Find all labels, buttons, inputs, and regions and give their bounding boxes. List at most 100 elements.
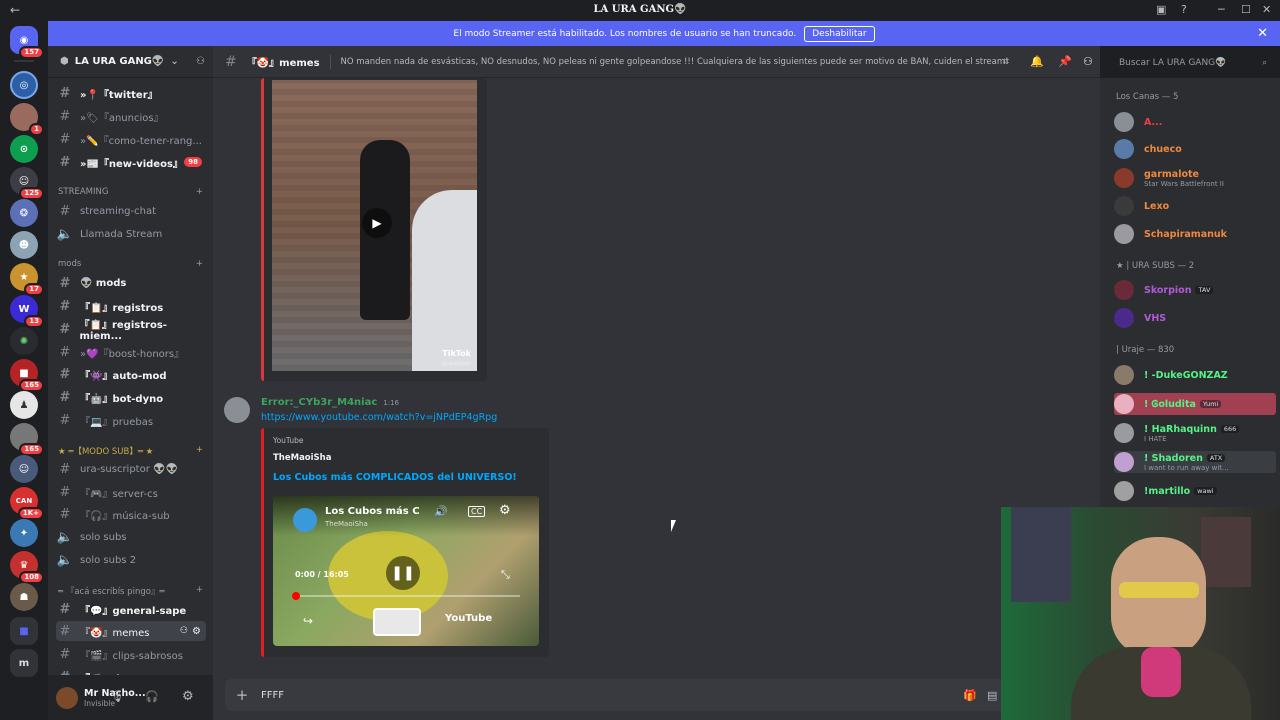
server-icon[interactable]: ★ 17 xyxy=(10,263,44,296)
voice-channel-llamada-stream[interactable]: 🔈 Llamada Stream xyxy=(56,224,206,244)
channel-registros-miembros[interactable]: # 『📋』registros-miem... xyxy=(56,319,206,342)
youtube-logo[interactable]: YouTube xyxy=(445,613,492,624)
channel-pruebas[interactable]: # 『💻』pruebas xyxy=(56,410,206,430)
settings-icon[interactable]: ⚙ xyxy=(182,689,194,704)
member-item[interactable]: !martillo wawi xyxy=(1114,480,1276,502)
member-item[interactable]: chueco xyxy=(1114,138,1276,160)
server-icon[interactable]: 1 xyxy=(10,103,44,136)
server-icon[interactable]: ■ 165 xyxy=(10,359,44,392)
pin-icon[interactable]: 📌 xyxy=(1058,55,1072,68)
voice-channel-solo-subs-2[interactable]: 🔈 solo subs 2 xyxy=(56,550,206,570)
server-header[interactable]: ⬢ LA URA GANG👽 ⌄ ⚇ xyxy=(48,46,213,78)
close-window-icon[interactable]: ✕ xyxy=(1262,3,1271,16)
progress-bar[interactable] xyxy=(292,592,520,600)
folder-icon[interactable]: ■ xyxy=(10,617,38,645)
channel-streaming-chat[interactable]: # streaming-chat xyxy=(56,201,206,221)
member-item[interactable]: garmalote Star Wars Battlefront II xyxy=(1114,167,1276,189)
add-channel-icon[interactable]: + xyxy=(196,259,203,269)
category-aca-escribis[interactable]: ═ 『acá escribís pingo』═ + xyxy=(58,585,203,597)
channel-avatar[interactable] xyxy=(293,508,317,532)
channel-anuncios[interactable]: # »🏷『anuncios』 xyxy=(56,106,206,126)
channel-musica-sub[interactable]: # 『🎧』música-sub xyxy=(56,504,206,524)
member-item[interactable]: A... xyxy=(1114,111,1276,133)
channel-auto-mod[interactable]: # 『👾』auto-mod xyxy=(56,364,206,384)
disable-streamer-button[interactable]: Deshabilitar xyxy=(804,25,875,42)
captions-icon[interactable]: CC xyxy=(468,506,486,517)
tiktok-video[interactable]: ▶ TikTok @elkabitobi xyxy=(272,80,477,371)
server-icon[interactable]: ☺ xyxy=(10,455,38,483)
server-icon[interactable]: ♟ xyxy=(10,391,38,419)
category-modo-sub[interactable]: ★ ═【MODO SUB】═ ★ + xyxy=(58,445,203,457)
threads-icon[interactable]: ⌗ xyxy=(1003,55,1009,69)
add-attachment-icon[interactable]: + xyxy=(233,686,251,704)
member-item[interactable]: ! -DukeGONZAZ xyxy=(1114,364,1276,386)
channel-server-cs[interactable]: # 『🎮』server-cs xyxy=(56,482,206,502)
server-icon[interactable]: W 13 xyxy=(10,295,44,328)
search-input[interactable]: Buscar LA URA GANG👽 ⌕ xyxy=(1113,53,1273,72)
channel-new-videos[interactable]: # »📰『new-videos』 98 xyxy=(56,152,206,172)
gif-icon[interactable]: ▤ xyxy=(987,689,997,702)
youtube-link[interactable]: https://www.youtube.com/watch?v=jNPdEP4g… xyxy=(261,412,497,423)
minimize-player-icon[interactable]: ⤡ xyxy=(501,568,510,582)
server-icon[interactable]: ☺ 125 xyxy=(10,167,44,200)
channel-topic[interactable]: NO manden nada de esvásticas, NO desnudo… xyxy=(341,57,1009,67)
message-author[interactable]: Error:_CYb3r_M4niac xyxy=(261,397,377,408)
settings-icon[interactable]: ⚙ xyxy=(499,503,511,518)
channel-mods[interactable]: # 👽 mods xyxy=(56,273,206,293)
member-item[interactable]: VHS xyxy=(1114,307,1276,329)
server-icon[interactable]: ♛ 108 xyxy=(10,551,44,584)
member-item[interactable]: ! Shadoren ATX I want to run away wit... xyxy=(1114,451,1276,473)
headphones-icon[interactable]: 🎧 xyxy=(145,690,159,703)
home-discord-icon[interactable]: ◉ 157 xyxy=(10,26,44,59)
message-composer[interactable]: + FFFF 🎁 ▤ xyxy=(225,679,1085,711)
microphone-icon[interactable]: 🎙 xyxy=(110,690,124,703)
volume-icon[interactable]: 🔊 xyxy=(434,505,448,518)
member-item[interactable]: Lexo xyxy=(1114,195,1276,217)
member-item[interactable]: Schapiramanuk xyxy=(1114,223,1276,245)
youtube-player[interactable]: Los Cubos más C TheMaoiSha 🔊 CC ⚙ ❚❚ 0:0… xyxy=(273,496,539,646)
message-input[interactable]: FFFF xyxy=(261,690,284,701)
avatar[interactable] xyxy=(224,397,250,423)
close-banner-icon[interactable]: ✕ xyxy=(1257,26,1268,41)
pause-icon[interactable]: ❚❚ xyxy=(386,556,420,590)
channel-ura-suscriptor[interactable]: # ura-suscriptor 👽👽 xyxy=(56,459,206,479)
category-mods[interactable]: mods + xyxy=(58,259,203,269)
gift-icon[interactable]: 🎁 xyxy=(963,689,977,702)
share-icon[interactable]: ↪ xyxy=(303,614,313,628)
add-channel-icon[interactable]: + xyxy=(196,187,203,197)
server-icon[interactable]: ☻ xyxy=(10,231,38,259)
add-channel-icon[interactable]: + xyxy=(196,585,203,597)
embed-author[interactable]: TheMaoiSha xyxy=(273,453,331,463)
server-icon[interactable]: ◎ xyxy=(10,71,38,99)
channel-clips-sabrosos[interactable]: # 『🎬』clips-sabrosos xyxy=(56,644,206,664)
avatar[interactable] xyxy=(56,686,78,709)
server-icon[interactable]: ⊙ xyxy=(10,135,38,163)
member-list-icon[interactable]: ⚇ xyxy=(1083,55,1093,68)
help-icon[interactable]: ? xyxy=(1181,3,1187,16)
inbox-icon[interactable]: ▣ xyxy=(1156,3,1166,16)
channel-twitter[interactable]: # »📍『twitter』 xyxy=(56,83,206,103)
member-item[interactable]: ! HaRhaquinn 666 I HATE xyxy=(1114,422,1276,444)
member-item[interactable]: ! Ꮆoludita Yumi xyxy=(1114,393,1276,415)
voice-channel-solo-subs[interactable]: 🔈 solo subs xyxy=(56,527,206,547)
server-icon[interactable]: m xyxy=(10,649,38,677)
server-icon[interactable]: 165 xyxy=(10,423,44,456)
channel-bot-dyno[interactable]: # 『🤖』bot-dyno xyxy=(56,387,206,407)
channel-memes[interactable]: # 『🤡』memes ⚇ ⚙ xyxy=(56,621,206,641)
add-member-icon[interactable]: ⚇ xyxy=(196,56,205,67)
server-icon[interactable]: ☗ xyxy=(10,583,38,611)
server-icon[interactable]: CAN 1K+ xyxy=(10,487,44,520)
invite-icon[interactable]: ⚇ xyxy=(180,626,188,636)
progress-handle[interactable] xyxy=(292,592,300,600)
channel-como-tener-rango[interactable]: # »✏️『como-tener-rang... xyxy=(56,129,206,149)
server-icon[interactable]: ❂ xyxy=(10,199,38,227)
add-channel-icon[interactable]: + xyxy=(196,445,203,457)
channel-general-sape[interactable]: # 『💬』general-sape xyxy=(56,599,206,619)
play-icon[interactable]: ▶ xyxy=(362,208,392,238)
channel-registros[interactable]: # 『📋』registros xyxy=(56,296,206,316)
category-streaming[interactable]: STREAMING + xyxy=(58,187,203,197)
maximize-icon[interactable]: ☐ xyxy=(1241,3,1251,16)
bell-icon[interactable]: 🔔 xyxy=(1030,55,1044,68)
gear-icon[interactable]: ⚙ xyxy=(192,626,201,637)
member-item[interactable]: Skorpion TAV xyxy=(1114,279,1276,301)
